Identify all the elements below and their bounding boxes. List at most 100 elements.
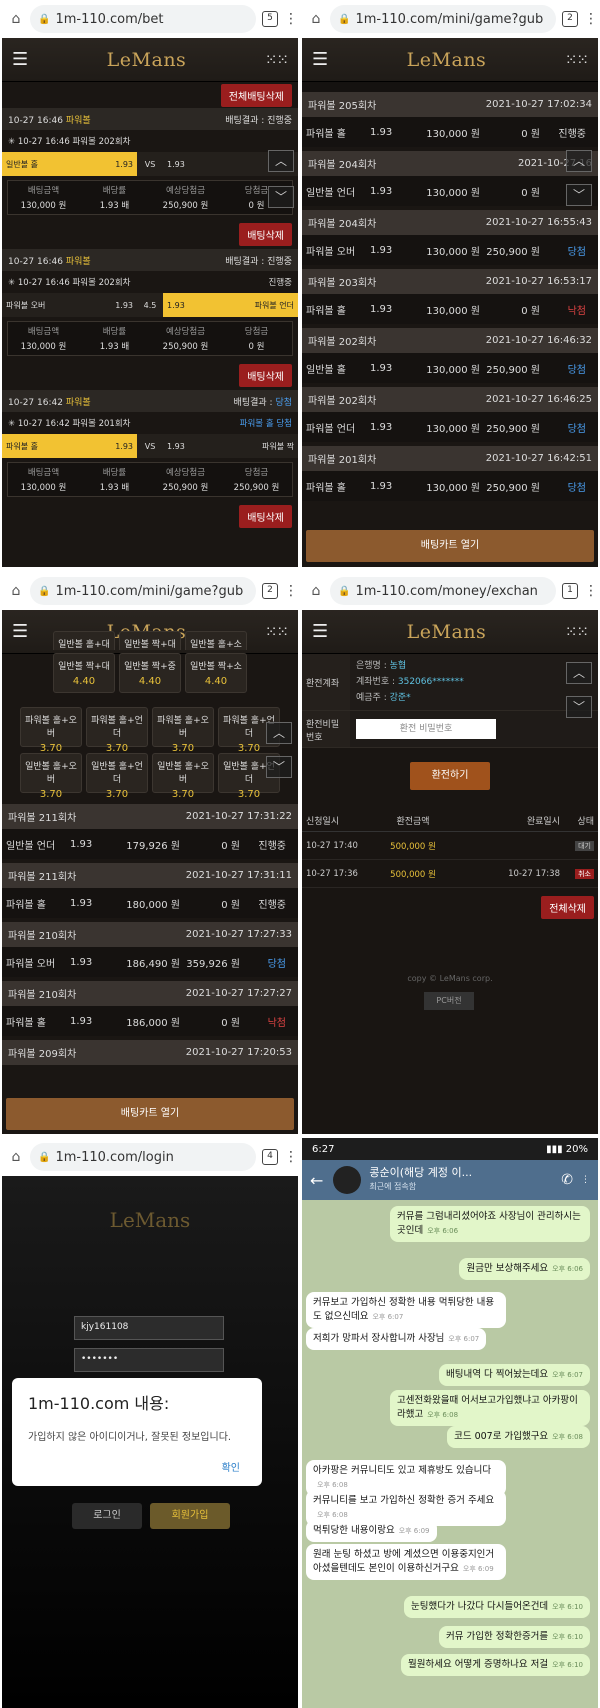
scroll-up-icon[interactable]: ︿ (566, 662, 592, 684)
exchange-password-input[interactable]: 환전 비밀번호 (356, 719, 496, 739)
menu-dots-icon[interactable]: ⋮ (284, 11, 298, 27)
apps-grid-icon[interactable]: ⁙⁙ (565, 623, 589, 641)
menu-dots-icon[interactable]: ⋮ (584, 583, 598, 599)
dialog-ok-button[interactable]: 확인 (222, 1459, 240, 1474)
avatar[interactable] (333, 1166, 362, 1194)
exchange-submit-button[interactable]: 환전하기 (410, 762, 490, 790)
bet-game: 파워볼 (65, 256, 91, 267)
phone-icon[interactable]: ✆ (561, 1172, 573, 1188)
password-input[interactable]: ••••••• (74, 1348, 224, 1372)
result-amount: 179,926 원 (126, 840, 180, 852)
odds-left[interactable]: 일반볼 홀 1.93 (2, 152, 137, 176)
site-logo[interactable]: LeMans (407, 621, 487, 643)
username-input[interactable]: kjy161108 (74, 1316, 224, 1340)
address-bar[interactable]: 🔒 1m-110.com/bet (30, 5, 256, 33)
home-icon[interactable]: ⌂ (308, 11, 324, 27)
odds-option[interactable]: 일반볼 홀+언더 3.70 (86, 753, 148, 800)
odds-option[interactable]: 파워볼 홀+언더 3.70 (86, 707, 148, 754)
odds-right[interactable]: 1.93 파워볼 짝 (163, 434, 298, 458)
home-icon[interactable]: ⌂ (8, 1149, 24, 1165)
delete-bet-button[interactable]: 배팅삭제 (239, 222, 292, 246)
scroll-up-icon[interactable]: ︿ (268, 150, 294, 172)
menu-dots-icon[interactable]: ⋮ (584, 11, 598, 27)
odds-option[interactable]: 일반볼 홀+대4.40 (53, 631, 115, 650)
home-icon[interactable]: ⌂ (308, 583, 324, 599)
message-text: 코드 007로 가입했구요 (454, 1431, 549, 1442)
odds-option[interactable]: 일반볼 짝+대4.40 (53, 653, 115, 693)
apps-grid-icon[interactable]: ⁙⁙ (265, 623, 289, 641)
game-round-wrap: ✳ 10-27 16:46 파워볼 202회차 (8, 276, 130, 288)
odds-option[interactable]: 일반볼 짝+소 4.40 (185, 653, 247, 693)
address-bar[interactable]: 🔒 1m-110.com/mini/game?gub (30, 577, 256, 605)
odds-right-value: 1.93 (167, 159, 185, 169)
login-button[interactable]: 로그인 (72, 1503, 142, 1529)
odds-left[interactable]: 파워볼 홀 1.93 (2, 434, 137, 458)
status-bar: 6:27 ▮▮▮ 20% (302, 1138, 598, 1160)
result-odds: 1.93 (370, 480, 393, 492)
game-odds-screen: ⌂ 🔒1m-110.com/mini/game?gub 2 ⋮ ☰ LeMans… (2, 572, 298, 1134)
hamburger-icon[interactable]: ☰ (12, 49, 28, 70)
bet-cart-button[interactable]: 배팅카트 열기 (306, 530, 594, 562)
odds-option[interactable]: 파워볼 홀+오버 3.70 (20, 707, 82, 754)
scroll-up-icon[interactable]: ︿ (266, 722, 292, 744)
scroll-down-icon[interactable]: ﹀ (266, 756, 292, 778)
tab-count[interactable]: 1 (562, 583, 578, 599)
hamburger-icon[interactable]: ☰ (312, 49, 328, 70)
browser-bar: ⌂ 🔒 1m-110.com/login 4 ⋮ (2, 1138, 298, 1176)
home-icon[interactable]: ⌂ (8, 583, 24, 599)
scroll-up-icon[interactable]: ︿ (566, 150, 592, 172)
delete-all-bets-button[interactable]: 전체배팅삭제 (220, 83, 292, 107)
address-bar[interactable]: 🔒 1m-110.com/mini/game?gub (330, 5, 556, 33)
result-amount: 130,000 원 (426, 128, 480, 140)
delete-bet-button[interactable]: 배팅삭제 (239, 504, 292, 528)
result-pick: 파워볼 오버 (6, 958, 56, 970)
menu-dots-icon[interactable]: ⋮ (581, 1175, 590, 1185)
menu-dots-icon[interactable]: ⋮ (284, 1149, 298, 1165)
odds-left[interactable]: 파워볼 오버 1.93 (2, 293, 137, 317)
scroll-down-icon[interactable]: ﹀ (566, 184, 592, 206)
menu-dots-icon[interactable]: ⋮ (284, 583, 298, 599)
site-logo[interactable]: LeMans (407, 49, 487, 71)
join-button[interactable]: 회원가입 (150, 1503, 230, 1529)
tab-count[interactable]: 5 (262, 11, 278, 27)
address-bar[interactable]: 🔒 1m-110.com/login (30, 1143, 256, 1171)
delete-bet-button[interactable]: 배팅삭제 (239, 363, 292, 387)
bet-time-game: 10-27 16:46 파워볼 (8, 113, 91, 126)
home-icon[interactable]: ⌂ (8, 11, 24, 27)
result-round: 파워볼 211회차 (8, 813, 77, 824)
delete-all-button[interactable]: 전체삭제 (541, 896, 594, 919)
apps-grid-icon[interactable]: ⁙⁙ (265, 51, 289, 69)
odds-option[interactable]: 일반볼 홀+오버 3.70 (152, 753, 214, 800)
game-round-wrap: ✳ 10-27 16:46 파워볼 202회차 (8, 135, 130, 147)
bet-game: 파워볼 (65, 115, 91, 126)
history-col-header: 신청일시 (306, 817, 340, 827)
result-row: 일반볼 홀 1.93 130,000 원 250,900 원 당첨 (302, 353, 598, 383)
odds-option[interactable]: 파워볼 홀+오버 3.70 (152, 707, 214, 754)
game-round: 파워볼 201회차 (72, 419, 131, 429)
odds-option-label: 일반볼 홀+대 (58, 640, 110, 650)
result-status: 당첨 (567, 246, 586, 258)
scroll-down-icon[interactable]: ﹀ (566, 696, 592, 718)
odds-right[interactable]: 1.93 파워볼 언더 (163, 293, 298, 317)
hamburger-icon[interactable]: ☰ (12, 621, 28, 642)
tab-count[interactable]: 2 (262, 583, 278, 599)
odds-option[interactable]: 일반볼 홀+소4.40 (185, 631, 247, 650)
pc-version-button[interactable]: PC버전 (424, 992, 474, 1010)
chat-message: 원금만 보상해주세요 오후 6:06 (459, 1258, 590, 1280)
bet-cart-button[interactable]: 배팅카트 열기 (6, 1098, 294, 1130)
hamburger-icon[interactable]: ☰ (312, 621, 328, 642)
tab-count[interactable]: 2 (562, 11, 578, 27)
odds-option-label: 일반볼 홀+소 (190, 640, 242, 650)
address-bar[interactable]: 🔒 1m-110.com/money/exchan (330, 577, 556, 605)
odds-option[interactable]: 일반볼 홀+오버 3.70 (20, 753, 82, 800)
apps-grid-icon[interactable]: ⁙⁙ (565, 51, 589, 69)
bet-game: 파워볼 (65, 397, 91, 408)
site-logo[interactable]: LeMans (107, 49, 187, 71)
bet-cell: 배팅금액 130,000 원 (8, 463, 79, 496)
scroll-down-icon[interactable]: ﹀ (268, 186, 294, 208)
back-arrow-icon[interactable]: ← (310, 1171, 323, 1190)
tab-count[interactable]: 4 (262, 1149, 278, 1165)
game-round-wrap: ✳ 10-27 16:42 파워볼 201회차 (8, 417, 130, 429)
odds-option[interactable]: 일반볼 짝+중 4.40 (119, 653, 181, 693)
odds-option[interactable]: 일반볼 짝+대4.40 (119, 631, 181, 650)
